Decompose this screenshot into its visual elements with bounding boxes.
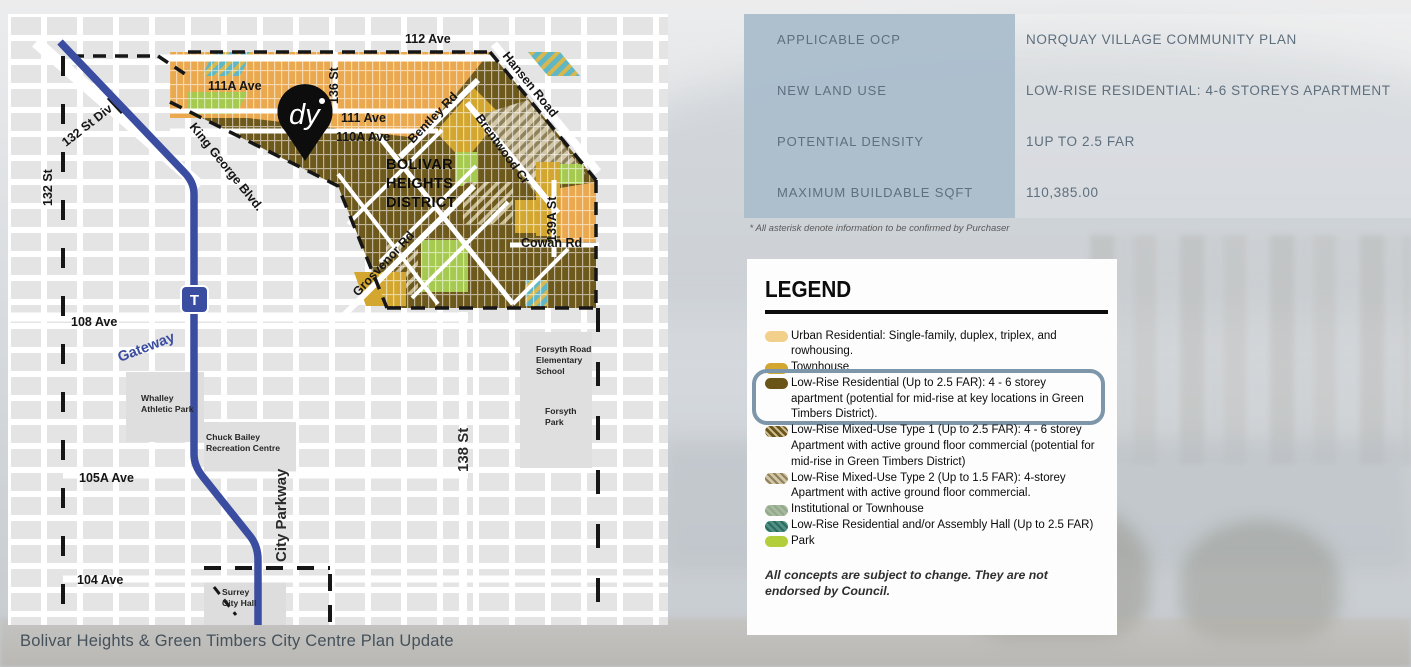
map-label: City Parkway — [273, 468, 290, 562]
legend-entry: Low-Rise Residential and/or Assembly Hal… — [765, 518, 1099, 534]
legend-title-rule — [765, 310, 1108, 314]
map-label: Chuck Bailey — [206, 432, 260, 442]
map-label: Cowan Rd — [521, 236, 582, 250]
map-label: 104 Ave — [77, 573, 123, 587]
legend-swatch — [765, 505, 788, 516]
legend-entry-label: Low-Rise Mixed-Use Type 1 (Up to 2.5 FAR… — [791, 423, 1099, 470]
info-row-value: 1UP TO 2.5 FAR — [1015, 116, 1411, 167]
map-label: 105A Ave — [79, 471, 134, 485]
map-label: 111A Ave — [208, 79, 262, 93]
legend-entry: Low-Rise Residential (Up to 2.5 FAR): 4 … — [765, 376, 1099, 423]
map-label: 111 Ave — [341, 111, 386, 125]
pin-logo-text: dy — [289, 99, 321, 131]
legend-swatch — [765, 363, 788, 374]
map-caption: Bolivar Heights & Green Timbers City Cen… — [20, 632, 454, 651]
transit-station-icon: T — [181, 286, 208, 313]
legend-panel: LEGEND Urban Residential: Single-family,… — [747, 259, 1117, 635]
map-label: 132 St — [41, 168, 55, 206]
legend-swatch — [765, 378, 788, 389]
legend-swatch — [765, 521, 788, 532]
legend-swatch — [765, 536, 788, 547]
property-info-table: APPLICABLE OCP NORQUAY VILLAGE COMMUNITY… — [744, 14, 1411, 218]
legend-swatch — [765, 426, 788, 437]
info-row-label: NEW LAND USE — [744, 65, 1015, 116]
legend-note: All concepts are subject to change. They… — [765, 567, 1085, 600]
info-row-value: LOW-RISE RESIDENTIAL: 4-6 STOREYS APARTM… — [1015, 65, 1411, 116]
photo-trees — [1180, 520, 1340, 640]
info-row-label: POTENTIAL DENSITY — [744, 116, 1015, 167]
info-row-value: 110,385.00 — [1015, 167, 1411, 218]
legend-entries: Urban Residential: Single-family, duplex… — [765, 329, 1099, 550]
legend-entry-label: Park — [791, 534, 1099, 550]
map-label: Elementary — [536, 355, 583, 365]
info-row-label: MAXIMUM BUILDABLE SQFT — [744, 167, 1015, 218]
map-label: 112 Ave — [405, 32, 451, 46]
legend-entry-label: Low-Rise Mixed-Use Type 2 (Up to 1.5 FAR… — [791, 471, 1099, 503]
table-footnote: * All asterisk denote information to be … — [744, 223, 1015, 234]
transit-station-label: T — [190, 292, 199, 309]
legend-entry: Institutional or Townhouse — [765, 502, 1099, 518]
info-row-label: APPLICABLE OCP — [744, 14, 1015, 65]
map-label: 138 St — [455, 428, 472, 472]
legend-swatch — [765, 331, 788, 342]
map-label: BOLIVAR — [386, 157, 453, 173]
legend-entry-label: Low-Rise Residential (Up to 2.5 FAR): 4 … — [791, 376, 1099, 423]
legend-entry: Townhouse — [765, 360, 1099, 376]
zoning-map-panel: T 112 AveHansen Road111A Ave136 St111 Av… — [8, 14, 668, 625]
info-row-value: NORQUAY VILLAGE COMMUNITY PLAN — [1015, 14, 1411, 65]
legend-swatch — [765, 473, 788, 484]
map-label: DISTRICT — [386, 195, 456, 211]
map-label: 110A Ave — [336, 130, 390, 144]
legend-entry: Low-Rise Mixed-Use Type 2 (Up to 1.5 FAR… — [765, 471, 1099, 503]
pin-logo-dot — [319, 98, 325, 104]
map-label: HEIGHTS — [386, 176, 453, 192]
map-label: Whalley — [141, 393, 174, 403]
legend-entry: Low-Rise Mixed-Use Type 1 (Up to 2.5 FAR… — [765, 423, 1099, 470]
legend-title: LEGEND — [765, 276, 1066, 303]
map-label: City Hall — [222, 598, 256, 608]
legend-entry: Urban Residential: Single-family, duplex… — [765, 329, 1099, 361]
map-label: Surrey — [222, 587, 249, 597]
map-label: Forsyth Road — [536, 344, 591, 354]
legend-entry-label: Low-Rise Residential and/or Assembly Hal… — [791, 518, 1099, 534]
map-label: Park — [545, 417, 564, 427]
photo-city-buildings — [1090, 235, 1411, 465]
map-label: Forsyth — [545, 406, 577, 416]
legend-entry-label: Institutional or Townhouse — [791, 502, 1099, 518]
map-label: Recreation Centre — [206, 443, 280, 453]
map-label: Athletic Park — [141, 404, 194, 414]
map-label: School — [536, 366, 565, 376]
map-label: 108 Ave — [71, 315, 117, 329]
legend-entry-label: Townhouse — [791, 360, 1099, 376]
legend-entry-label: Urban Residential: Single-family, duplex… — [791, 329, 1099, 361]
zoning-map: T 112 AveHansen Road111A Ave136 St111 Av… — [8, 14, 668, 625]
legend-entry: Park — [765, 534, 1099, 550]
